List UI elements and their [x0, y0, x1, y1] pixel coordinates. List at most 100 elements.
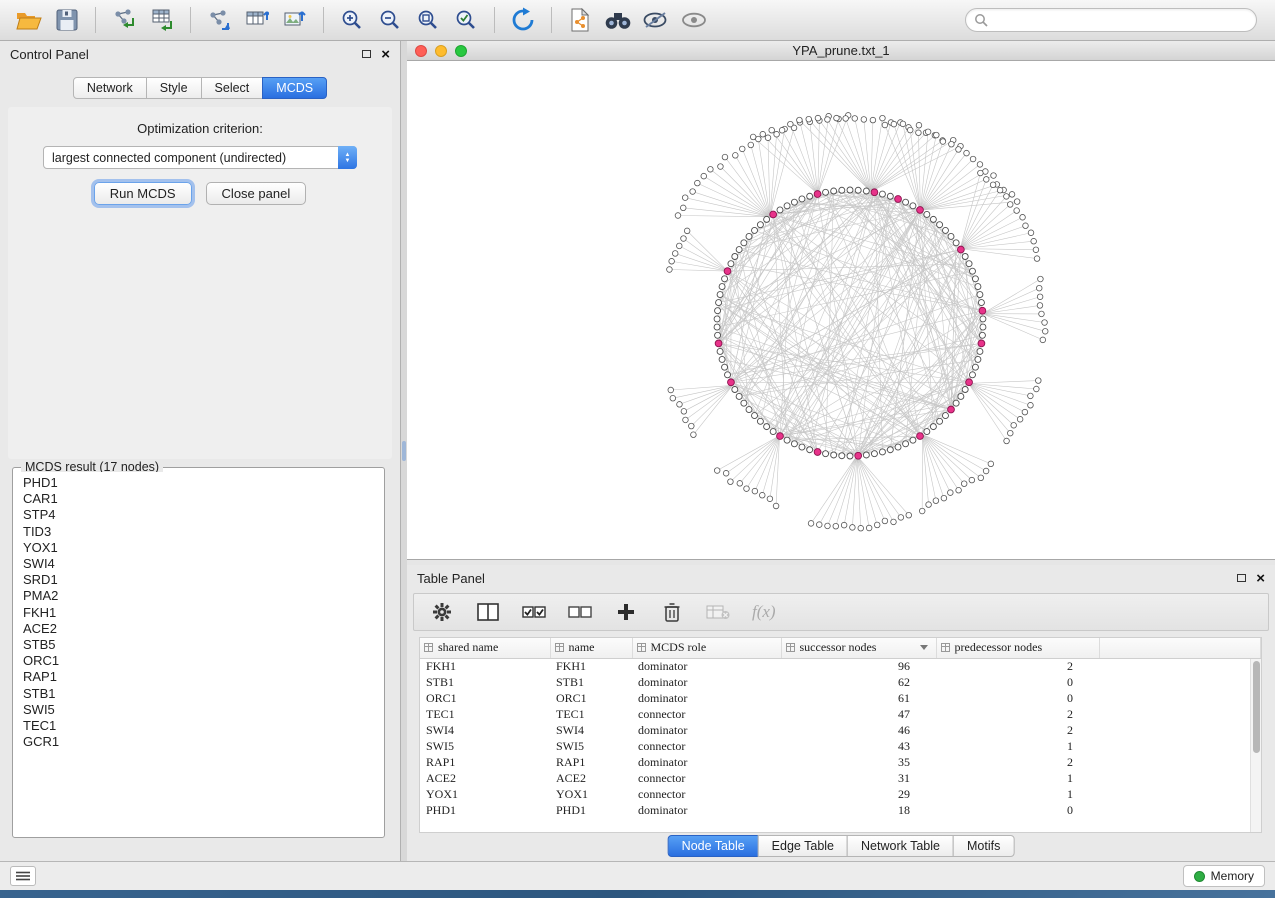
- mcds-result-item[interactable]: SRD1: [23, 572, 374, 588]
- find-button[interactable]: [599, 4, 637, 36]
- mcds-result-item[interactable]: STB5: [23, 637, 374, 653]
- mcds-result-item[interactable]: CAR1: [23, 491, 374, 507]
- table-scrollbar[interactable]: [1250, 659, 1261, 832]
- network-node: [979, 332, 985, 338]
- close-panel-icon[interactable]: ×: [381, 47, 390, 62]
- mcds-result-item[interactable]: GCR1: [23, 734, 374, 750]
- satellite-node: [748, 142, 754, 148]
- search-box[interactable]: [965, 8, 1257, 32]
- open-file-button[interactable]: [10, 4, 48, 36]
- network-window-titlebar[interactable]: YPA_prune.txt_1: [407, 41, 1275, 61]
- tab-select[interactable]: Select: [201, 77, 264, 99]
- show-columns-button[interactable]: [476, 600, 500, 624]
- column-header-successor-nodes[interactable]: successor nodes: [781, 638, 936, 658]
- memory-button[interactable]: Memory: [1183, 865, 1265, 887]
- cell-filler: [1099, 690, 1261, 706]
- select-all-columns-button[interactable]: [522, 600, 546, 624]
- network-graph[interactable]: [407, 61, 1275, 560]
- network-canvas[interactable]: [407, 61, 1275, 559]
- add-column-button[interactable]: [614, 600, 638, 624]
- table-row[interactable]: STB1STB1dominator620: [420, 674, 1261, 690]
- dropdown-stepper-icon[interactable]: ▲▼: [338, 146, 357, 169]
- show-hide-button[interactable]: [675, 4, 713, 36]
- style-preview-button[interactable]: [637, 4, 675, 36]
- mcds-result-item[interactable]: STB1: [23, 686, 374, 702]
- status-menu-button[interactable]: [10, 866, 36, 886]
- table-row[interactable]: TEC1TEC1connector472: [420, 706, 1261, 722]
- splitter-grip-icon[interactable]: [402, 441, 406, 461]
- table-row[interactable]: SWI4SWI4dominator462: [420, 722, 1261, 738]
- export-image-button[interactable]: [276, 4, 314, 36]
- table-settings-button[interactable]: [430, 600, 454, 624]
- table-row[interactable]: YOX1YOX1connector291: [420, 786, 1261, 802]
- new-network-button[interactable]: [200, 4, 238, 36]
- network-annotation-button[interactable]: [561, 4, 599, 36]
- import-table-button[interactable]: [143, 4, 181, 36]
- network-node: [879, 191, 885, 197]
- column-header-shared-name[interactable]: shared name: [420, 638, 550, 658]
- import-network-button[interactable]: [105, 4, 143, 36]
- tab-network[interactable]: Network: [73, 77, 147, 99]
- table-row[interactable]: ACE2ACE2connector311: [420, 770, 1261, 786]
- column-header-predecessor-nodes[interactable]: predecessor nodes: [936, 638, 1099, 658]
- dropdown-value: largest connected component (undirected): [44, 151, 339, 165]
- new-table-button[interactable]: [238, 4, 276, 36]
- zoom-fit-button[interactable]: [409, 4, 447, 36]
- table-row[interactable]: PHD1PHD1dominator180: [420, 802, 1261, 818]
- satellite-node: [1033, 247, 1039, 253]
- zoom-selected-button[interactable]: [447, 4, 485, 36]
- tab-node-table[interactable]: Node Table: [668, 835, 759, 857]
- network-node: [969, 268, 975, 274]
- tab-style[interactable]: Style: [146, 77, 202, 99]
- run-mcds-button[interactable]: Run MCDS: [94, 182, 192, 205]
- mcds-result-item[interactable]: ORC1: [23, 653, 374, 669]
- scrollbar-thumb[interactable]: [1253, 661, 1260, 753]
- mcds-result-item[interactable]: TID3: [23, 524, 374, 540]
- table-row[interactable]: RAP1RAP1dominator352: [420, 754, 1261, 770]
- zoom-out-button[interactable]: [371, 4, 409, 36]
- column-header-name[interactable]: name: [550, 638, 632, 658]
- cell-predecessor-nodes: 1: [936, 770, 1099, 786]
- mcds-result-item[interactable]: PHD1: [23, 475, 374, 491]
- column-header-mcds-role[interactable]: MCDS role: [632, 638, 781, 658]
- mcds-dominator-node: [814, 191, 821, 198]
- tab-network-table[interactable]: Network Table: [847, 835, 954, 857]
- satellite-node: [834, 115, 840, 121]
- mcds-result-item[interactable]: PMA2: [23, 588, 374, 604]
- close-panel-icon[interactable]: ×: [1256, 571, 1265, 586]
- mcds-result-item[interactable]: YOX1: [23, 540, 374, 556]
- table-row[interactable]: SWI5SWI5connector431: [420, 738, 1261, 754]
- search-input[interactable]: [993, 13, 1248, 27]
- mcds-result-item[interactable]: RAP1: [23, 669, 374, 685]
- close-panel-button[interactable]: Close panel: [206, 182, 307, 205]
- delete-column-button[interactable]: [660, 600, 684, 624]
- zoom-in-button[interactable]: [333, 4, 371, 36]
- table-row[interactable]: ORC1ORC1dominator610: [420, 690, 1261, 706]
- tab-motifs[interactable]: Motifs: [953, 835, 1014, 857]
- satellite-node: [670, 395, 676, 401]
- sort-caret-icon[interactable]: [920, 645, 928, 650]
- optimization-criterion-dropdown[interactable]: largest connected component (undirected)…: [43, 146, 357, 169]
- toolbar-separator: [551, 7, 552, 33]
- cell-predecessor-nodes: 2: [936, 658, 1099, 674]
- save-session-button[interactable]: [48, 4, 86, 36]
- table-row[interactable]: FKH1FKH1dominator962: [420, 658, 1261, 674]
- mcds-result-item[interactable]: SWI4: [23, 556, 374, 572]
- mcds-result-item[interactable]: TEC1: [23, 718, 374, 734]
- cell-successor-nodes: 47: [781, 706, 936, 722]
- tab-edge-table[interactable]: Edge Table: [758, 835, 848, 857]
- mcds-result-item[interactable]: STP4: [23, 507, 374, 523]
- satellite-node: [1028, 393, 1034, 399]
- mcds-result-item[interactable]: ACE2: [23, 621, 374, 637]
- mcds-result-item[interactable]: SWI5: [23, 702, 374, 718]
- mcds-result-item[interactable]: FKH1: [23, 605, 374, 621]
- network-node: [741, 400, 747, 406]
- float-panel-icon[interactable]: [1237, 574, 1246, 582]
- mcds-result-list: PHD1CAR1STP4TID3YOX1SWI4SRD1PMA2FKH1ACE2…: [17, 472, 380, 833]
- float-panel-icon[interactable]: [362, 50, 371, 58]
- network-node: [975, 356, 981, 362]
- satellite-node: [1014, 199, 1020, 205]
- deselect-all-columns-button[interactable]: [568, 600, 592, 624]
- refresh-view-button[interactable]: [504, 4, 542, 36]
- tab-mcds[interactable]: MCDS: [262, 77, 327, 99]
